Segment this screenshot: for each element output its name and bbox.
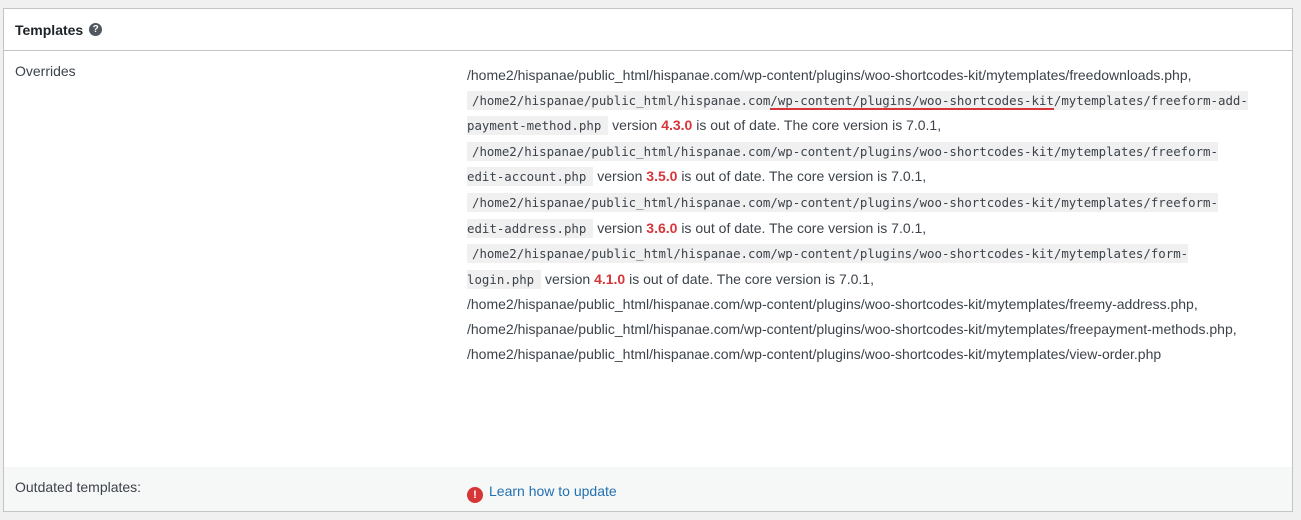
- override-path-plain: /home2/hispanae/public_html/hispanae.com…: [467, 320, 1237, 337]
- version-word: version: [612, 117, 658, 134]
- templates-table: Templates ? Overrides /home2/hispanae/pu…: [3, 8, 1293, 512]
- table-title: Templates: [15, 21, 84, 38]
- overrides-row: Overrides /home2/hispanae/public_html/hi…: [4, 51, 1292, 467]
- outdated-suffix: is out of date. The core version is 7.0.…: [681, 219, 927, 236]
- override-path-plain: /home2/hispanae/public_html/hispanae.com…: [467, 296, 1198, 313]
- overrides-value: /home2/hispanae/public_html/hispanae.com…: [467, 51, 1292, 467]
- outdated-version: 3.6.0: [646, 219, 678, 236]
- outdated-templates-value: ! Learn how to update: [467, 467, 1292, 511]
- exclamation-circle-icon: !: [467, 487, 483, 504]
- outdated-version: 4.3.0: [661, 117, 693, 134]
- table-header: Templates ?: [4, 9, 1292, 51]
- override-path-plain: /home2/hispanae/public_html/hispanae.com…: [467, 67, 1192, 83]
- outdated-suffix: is out of date. The core version is 7.0.…: [681, 168, 927, 185]
- outdated-version: 3.5.0: [646, 168, 678, 185]
- learn-how-to-update-link[interactable]: Learn how to update: [489, 483, 617, 499]
- outdated-suffix: is out of date. The core version is 7.0.…: [696, 117, 942, 134]
- outdated-templates-row: Outdated templates: ! Learn how to update: [4, 467, 1292, 511]
- outdated-templates-label: Outdated templates:: [15, 479, 142, 495]
- version-word: version: [597, 168, 643, 185]
- version-word: version: [597, 219, 643, 236]
- question-circle-icon[interactable]: ?: [89, 23, 103, 36]
- outdated-version: 4.1.0: [594, 270, 626, 287]
- outdated-suffix: is out of date. The core version is 7.0.…: [629, 270, 874, 287]
- override-path-plain: /home2/hispanae/public_html/hispanae.com…: [467, 345, 1162, 362]
- overrides-label: Overrides: [15, 63, 76, 79]
- version-word: version: [545, 270, 591, 287]
